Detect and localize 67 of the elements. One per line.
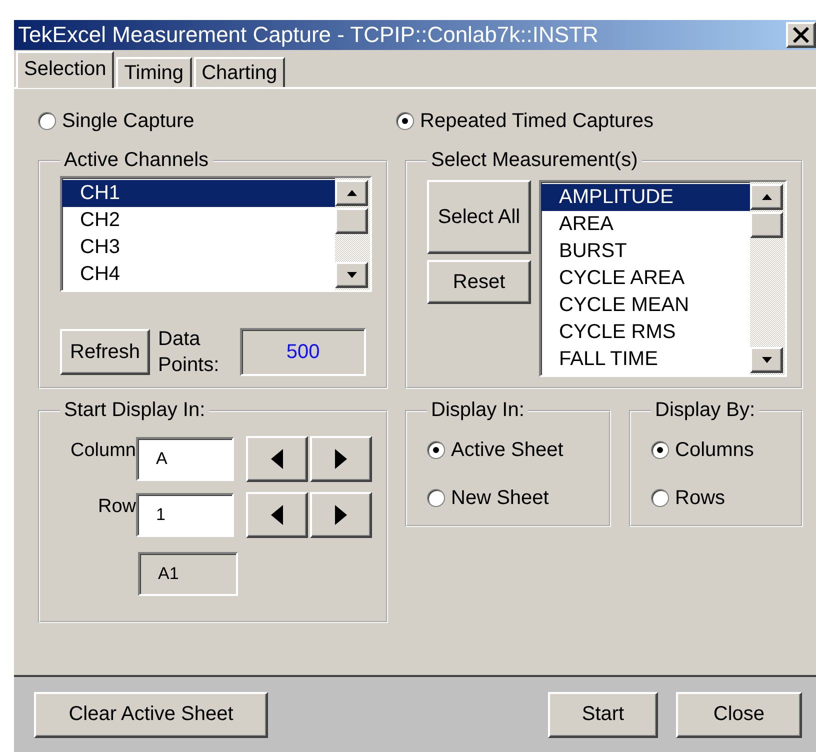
scroll-up-button[interactable] bbox=[750, 184, 783, 210]
next-button[interactable] bbox=[310, 492, 372, 538]
close-button[interactable] bbox=[786, 22, 816, 48]
left-triangle-icon bbox=[271, 505, 283, 525]
list-item[interactable]: AREA bbox=[541, 211, 750, 238]
cell-reference-field: A1 bbox=[138, 552, 238, 596]
tab[interactable]: Timing bbox=[116, 57, 192, 87]
column-field[interactable]: A bbox=[136, 437, 234, 481]
radio-label[interactable]: Rows bbox=[675, 486, 726, 510]
tab[interactable]: Selection bbox=[16, 51, 114, 88]
up-triangle-icon bbox=[762, 194, 772, 200]
window-title: TekExcel Measurement Capture - TCPIP::Conlab7k::INSTR bbox=[18, 22, 598, 48]
radio-label[interactable]: Columns bbox=[675, 438, 754, 462]
radio-button[interactable] bbox=[427, 489, 445, 507]
row-field[interactable]: 1 bbox=[136, 493, 234, 537]
tab[interactable]: Charting bbox=[194, 57, 286, 87]
list-item[interactable]: AMPLITUDE bbox=[541, 184, 750, 211]
field-label: Data Points: bbox=[158, 327, 220, 378]
field-label: Row bbox=[96, 496, 136, 518]
scroll-thumb[interactable] bbox=[335, 208, 368, 234]
footer-button[interactable]: Close bbox=[676, 692, 802, 738]
list-item[interactable]: CH4 bbox=[62, 261, 335, 288]
footer-button[interactable]: Start bbox=[548, 692, 658, 738]
scroll-thumb[interactable] bbox=[750, 212, 783, 238]
group-title: Display By: bbox=[654, 399, 756, 422]
radio-label[interactable]: New Sheet bbox=[451, 486, 549, 510]
scroll-down-button[interactable] bbox=[335, 262, 368, 288]
refresh-button[interactable]: Refresh bbox=[60, 329, 150, 375]
scroll-down-button[interactable] bbox=[750, 347, 783, 373]
previous-button[interactable] bbox=[246, 436, 308, 482]
right-triangle-icon bbox=[335, 505, 347, 525]
scrollbar[interactable] bbox=[750, 182, 785, 375]
list-item[interactable]: FALL TIME bbox=[541, 346, 750, 373]
radio-button[interactable] bbox=[396, 112, 414, 130]
list-item[interactable]: CYCLE RMS bbox=[541, 319, 750, 346]
group-title: Select Measurement(s) bbox=[430, 149, 639, 172]
reset-button[interactable]: Reset bbox=[427, 260, 531, 304]
up-triangle-icon bbox=[346, 190, 356, 196]
next-button[interactable] bbox=[310, 436, 372, 482]
left-triangle-icon bbox=[271, 449, 283, 469]
scroll-up-button[interactable] bbox=[335, 180, 368, 206]
down-triangle-icon bbox=[762, 357, 772, 363]
footer-button[interactable]: Clear Active Sheet bbox=[34, 692, 268, 738]
radio-label[interactable]: Active Sheet bbox=[451, 438, 564, 462]
radio-label[interactable]: Single Capture bbox=[62, 110, 194, 132]
list-item[interactable]: BURST bbox=[541, 238, 750, 265]
select-all-button[interactable]: Select All bbox=[427, 180, 531, 254]
list-item[interactable]: CH3 bbox=[62, 234, 335, 261]
list-item[interactable]: CH2 bbox=[62, 207, 335, 234]
previous-button[interactable] bbox=[246, 492, 308, 538]
radio-button[interactable] bbox=[651, 489, 669, 507]
scrollbar[interactable] bbox=[335, 178, 370, 290]
right-triangle-icon bbox=[335, 449, 347, 469]
radio-label[interactable]: Repeated Timed Captures bbox=[420, 110, 654, 132]
radio-button[interactable] bbox=[427, 441, 445, 459]
data-points-field: 500 bbox=[240, 328, 366, 376]
group-title: Display In: bbox=[430, 399, 526, 422]
list-item[interactable]: CYCLE AREA bbox=[541, 265, 750, 292]
group-title: Active Channels bbox=[63, 149, 210, 172]
group-title: Start Display In: bbox=[63, 399, 206, 422]
radio-button[interactable] bbox=[651, 441, 669, 459]
list-item[interactable]: CH1 bbox=[62, 180, 335, 207]
radio-button[interactable] bbox=[38, 112, 56, 130]
list-item[interactable]: CYCLE MEAN bbox=[541, 292, 750, 319]
close-icon bbox=[792, 26, 810, 44]
down-triangle-icon bbox=[346, 272, 356, 278]
field-label: Column bbox=[70, 440, 136, 462]
